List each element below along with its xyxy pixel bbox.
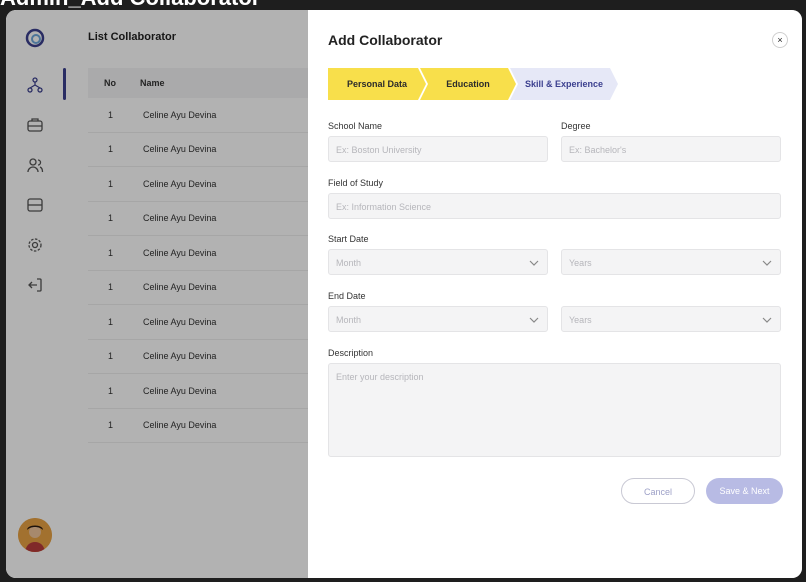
- app-window: List Collaborator No Name 1 Celine Ayu D…: [6, 10, 802, 578]
- degree-label: Degree: [561, 121, 591, 131]
- school-name-input[interactable]: Ex: Boston University: [328, 136, 548, 162]
- save-next-button[interactable]: Save & Next: [706, 478, 783, 504]
- start-month-select[interactable]: Month: [328, 249, 548, 275]
- step-education[interactable]: Education: [420, 68, 516, 100]
- field-of-study-label: Field of Study: [328, 178, 384, 188]
- description-textarea[interactable]: Enter your description: [328, 363, 781, 457]
- school-name-label: School Name: [328, 121, 383, 131]
- start-year-value: Years: [569, 258, 592, 268]
- window-title: Admin_Add Collaborator: [0, 0, 260, 10]
- stepper: Personal Data Education Skill & Experien…: [328, 68, 628, 100]
- end-month-value: Month: [336, 315, 362, 325]
- step-label: Personal Data: [346, 79, 408, 89]
- chevron-down-icon: [529, 260, 539, 266]
- add-collaborator-modal: Add Collaborator × Personal Data Educati…: [308, 10, 802, 578]
- end-date-label: End Date: [328, 291, 366, 301]
- step-skill-experience[interactable]: Skill & Experience: [510, 68, 618, 100]
- field-of-study-input[interactable]: Ex: Information Science: [328, 193, 781, 219]
- close-button[interactable]: ×: [772, 32, 788, 48]
- start-date-label: Start Date: [328, 234, 369, 244]
- cancel-button[interactable]: Cancel: [621, 478, 695, 504]
- start-year-select[interactable]: Years: [561, 249, 781, 275]
- end-year-select[interactable]: Years: [561, 306, 781, 332]
- degree-placeholder: Ex: Bachelor's: [569, 145, 627, 155]
- end-year-value: Years: [569, 315, 592, 325]
- description-label: Description: [328, 348, 374, 358]
- description-placeholder: Enter your description: [336, 372, 424, 382]
- step-personal-data[interactable]: Personal Data: [328, 68, 426, 100]
- school-name-placeholder: Ex: Boston University: [336, 145, 422, 155]
- end-month-select[interactable]: Month: [328, 306, 548, 332]
- modal-title: Add Collaborator: [328, 32, 443, 48]
- close-icon: ×: [777, 35, 783, 45]
- chevron-down-icon: [762, 317, 772, 323]
- start-month-value: Month: [336, 258, 362, 268]
- chevron-down-icon: [529, 317, 539, 323]
- step-label: Education: [446, 79, 490, 89]
- degree-input[interactable]: Ex: Bachelor's: [561, 136, 781, 162]
- field-of-study-placeholder: Ex: Information Science: [336, 202, 432, 212]
- chevron-down-icon: [762, 260, 772, 266]
- step-label: Skill & Experience: [524, 79, 604, 89]
